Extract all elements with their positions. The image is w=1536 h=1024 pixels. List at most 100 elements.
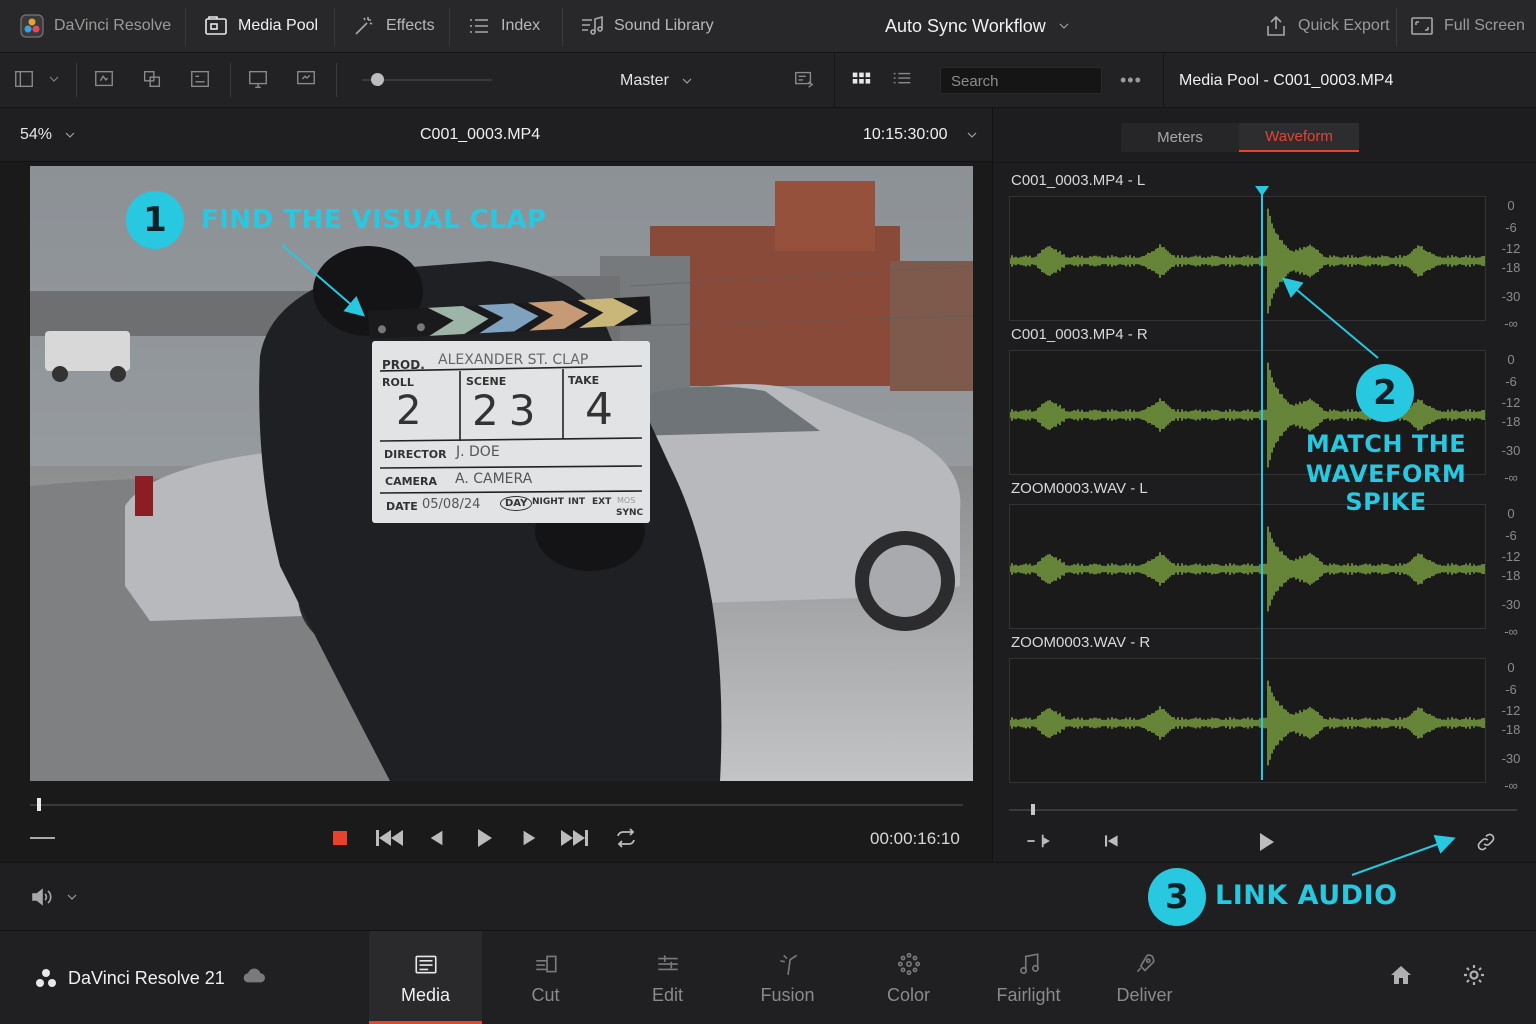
link-audio-icon[interactable]	[1475, 831, 1497, 853]
db-scale-tick: -30	[1501, 751, 1521, 766]
db-scale-tick: -∞	[1504, 316, 1518, 331]
db-scale-tick: -12	[1501, 395, 1521, 410]
frame-view-button[interactable]	[186, 65, 214, 93]
page-deliver[interactable]: Deliver	[1088, 931, 1201, 1024]
slate-camera-value: A. CAMERA	[455, 471, 533, 487]
project-title-dropdown[interactable]: Auto Sync Workflow	[885, 0, 1072, 52]
step-3-label: LINK AUDIO	[1215, 880, 1398, 911]
waveform-track[interactable]	[1009, 504, 1486, 629]
track-label: C001_0003.MP4 - L	[1011, 172, 1146, 189]
brand: DaVinci Resolve 21	[34, 931, 225, 1024]
page-cut[interactable]: Cut	[489, 931, 602, 1024]
waveform-track[interactable]	[1009, 658, 1486, 783]
speaker-icon	[32, 888, 52, 906]
audio-skip-start-icon[interactable]	[1105, 834, 1119, 848]
waveform-track[interactable]	[1009, 196, 1486, 321]
slate-date-label: DATE	[386, 500, 418, 513]
app-name: DaVinci Resolve	[54, 17, 172, 34]
slate-day: DAY	[500, 496, 533, 511]
db-scale-tick: 0	[1507, 660, 1515, 675]
db-scale-tick: -6	[1505, 682, 1517, 697]
monitor-settings-button[interactable]	[292, 65, 320, 93]
cloud-icon[interactable]	[242, 965, 266, 987]
audio-transport	[1023, 828, 1513, 858]
scrubber-playhead[interactable]	[37, 798, 42, 811]
home-icon[interactable]	[1389, 963, 1413, 987]
page-navigation-bar: DaVinci Resolve 21 Media Cut Edit Fusion…	[0, 930, 1536, 1024]
resolve-logo-icon	[36, 969, 56, 987]
page-media[interactable]: Media	[369, 931, 482, 1024]
layout-toggle-button[interactable]	[10, 65, 38, 93]
step-2-line-1: MATCH THE	[1305, 430, 1467, 458]
quick-export-button[interactable]: Quick Export	[1264, 0, 1390, 52]
skip-to-start-icon[interactable]	[376, 828, 404, 848]
track-label: C001_0003.MP4 - R	[1011, 326, 1148, 343]
effects-label: Effects	[386, 17, 435, 34]
index-button[interactable]: Index	[467, 0, 540, 52]
clip-viewer-button[interactable]	[90, 65, 118, 93]
tab-meters[interactable]: Meters	[1121, 123, 1239, 152]
metadata-button[interactable]	[790, 65, 818, 93]
db-scale-tick: -18	[1501, 568, 1521, 583]
zoom-dropdown[interactable]: 54%	[20, 108, 78, 162]
play-icon[interactable]	[474, 828, 494, 848]
list-view-button[interactable]	[888, 65, 916, 93]
jog-control[interactable]	[30, 837, 55, 839]
metadata-icon	[795, 71, 814, 88]
slate-ext: EXT	[592, 497, 612, 507]
slate-scene-value: 23	[472, 386, 546, 435]
slate-int: INT	[568, 497, 586, 507]
grid-view-button[interactable]	[847, 65, 875, 93]
effects-button[interactable]: Effects	[352, 0, 435, 52]
full-screen-button[interactable]: Full Screen	[1410, 0, 1525, 52]
layout-dropdown[interactable]	[40, 65, 68, 93]
db-scale-tick: -6	[1505, 220, 1517, 235]
index-label: Index	[501, 17, 541, 34]
top-menu-bar: DaVinci Resolve Media Pool Effects Index…	[0, 0, 1536, 53]
step-3-badge: 3	[1148, 868, 1206, 926]
db-scale-tick: -18	[1501, 414, 1521, 429]
db-scale-tick: -12	[1501, 549, 1521, 564]
mark-in-icon[interactable]	[1027, 832, 1053, 850]
page-edit[interactable]: Edit	[611, 931, 724, 1024]
gear-icon[interactable]	[1462, 963, 1486, 987]
audio-scrubber-playhead[interactable]	[1031, 804, 1035, 815]
skip-to-end-icon[interactable]	[560, 828, 588, 848]
step-forward-icon[interactable]	[520, 829, 538, 847]
brand-name: DaVinci Resolve 21	[68, 967, 225, 988]
audio-scrubber[interactable]	[1009, 804, 1517, 815]
db-scale-tick: -∞	[1504, 624, 1518, 639]
export-icon	[1267, 15, 1285, 36]
page-fusion[interactable]: Fusion	[731, 931, 844, 1024]
play-reverse-icon[interactable]	[428, 829, 446, 847]
db-scale-tick: -6	[1505, 528, 1517, 543]
sync-button[interactable]	[138, 65, 166, 93]
thumbnail-size-slider[interactable]	[362, 73, 492, 86]
stop-icon[interactable]	[333, 831, 347, 845]
loop-icon[interactable]	[614, 828, 638, 848]
frame-icon	[191, 70, 209, 88]
grid-view-icon	[852, 72, 871, 84]
bin-selector[interactable]: Master	[620, 53, 695, 108]
audio-playhead-marker[interactable]	[1255, 186, 1269, 196]
waveform	[1009, 680, 1485, 766]
zoom-level: 54%	[20, 126, 53, 143]
media-pool-button[interactable]: Media Pool	[204, 0, 318, 52]
more-options-button[interactable]: •••	[1120, 53, 1142, 108]
color-page-icon	[897, 952, 920, 975]
page-fairlight[interactable]: Fairlight	[972, 931, 1085, 1024]
video-frame[interactable]: PROD. ALEXANDER ST. CLAP ROLL SCENE TAKE…	[30, 166, 973, 781]
search-input[interactable]: Search	[940, 67, 1102, 94]
tab-waveform[interactable]: Waveform	[1239, 123, 1359, 152]
page-color[interactable]: Color	[852, 931, 965, 1024]
volume-dropdown[interactable]	[30, 863, 80, 931]
full-screen-label: Full Screen	[1444, 17, 1525, 34]
audio-play-icon[interactable]	[1256, 832, 1276, 852]
monitor-button[interactable]	[244, 65, 272, 93]
sound-library-button[interactable]: Sound Library	[580, 0, 714, 52]
viewer-scrubber[interactable]	[30, 798, 963, 811]
db-scale-tick: -∞	[1504, 778, 1518, 793]
slider-knob[interactable]	[371, 73, 384, 86]
app-title[interactable]: DaVinci Resolve	[20, 0, 171, 52]
timecode-dropdown[interactable]: 10:15:30:00	[863, 108, 980, 162]
